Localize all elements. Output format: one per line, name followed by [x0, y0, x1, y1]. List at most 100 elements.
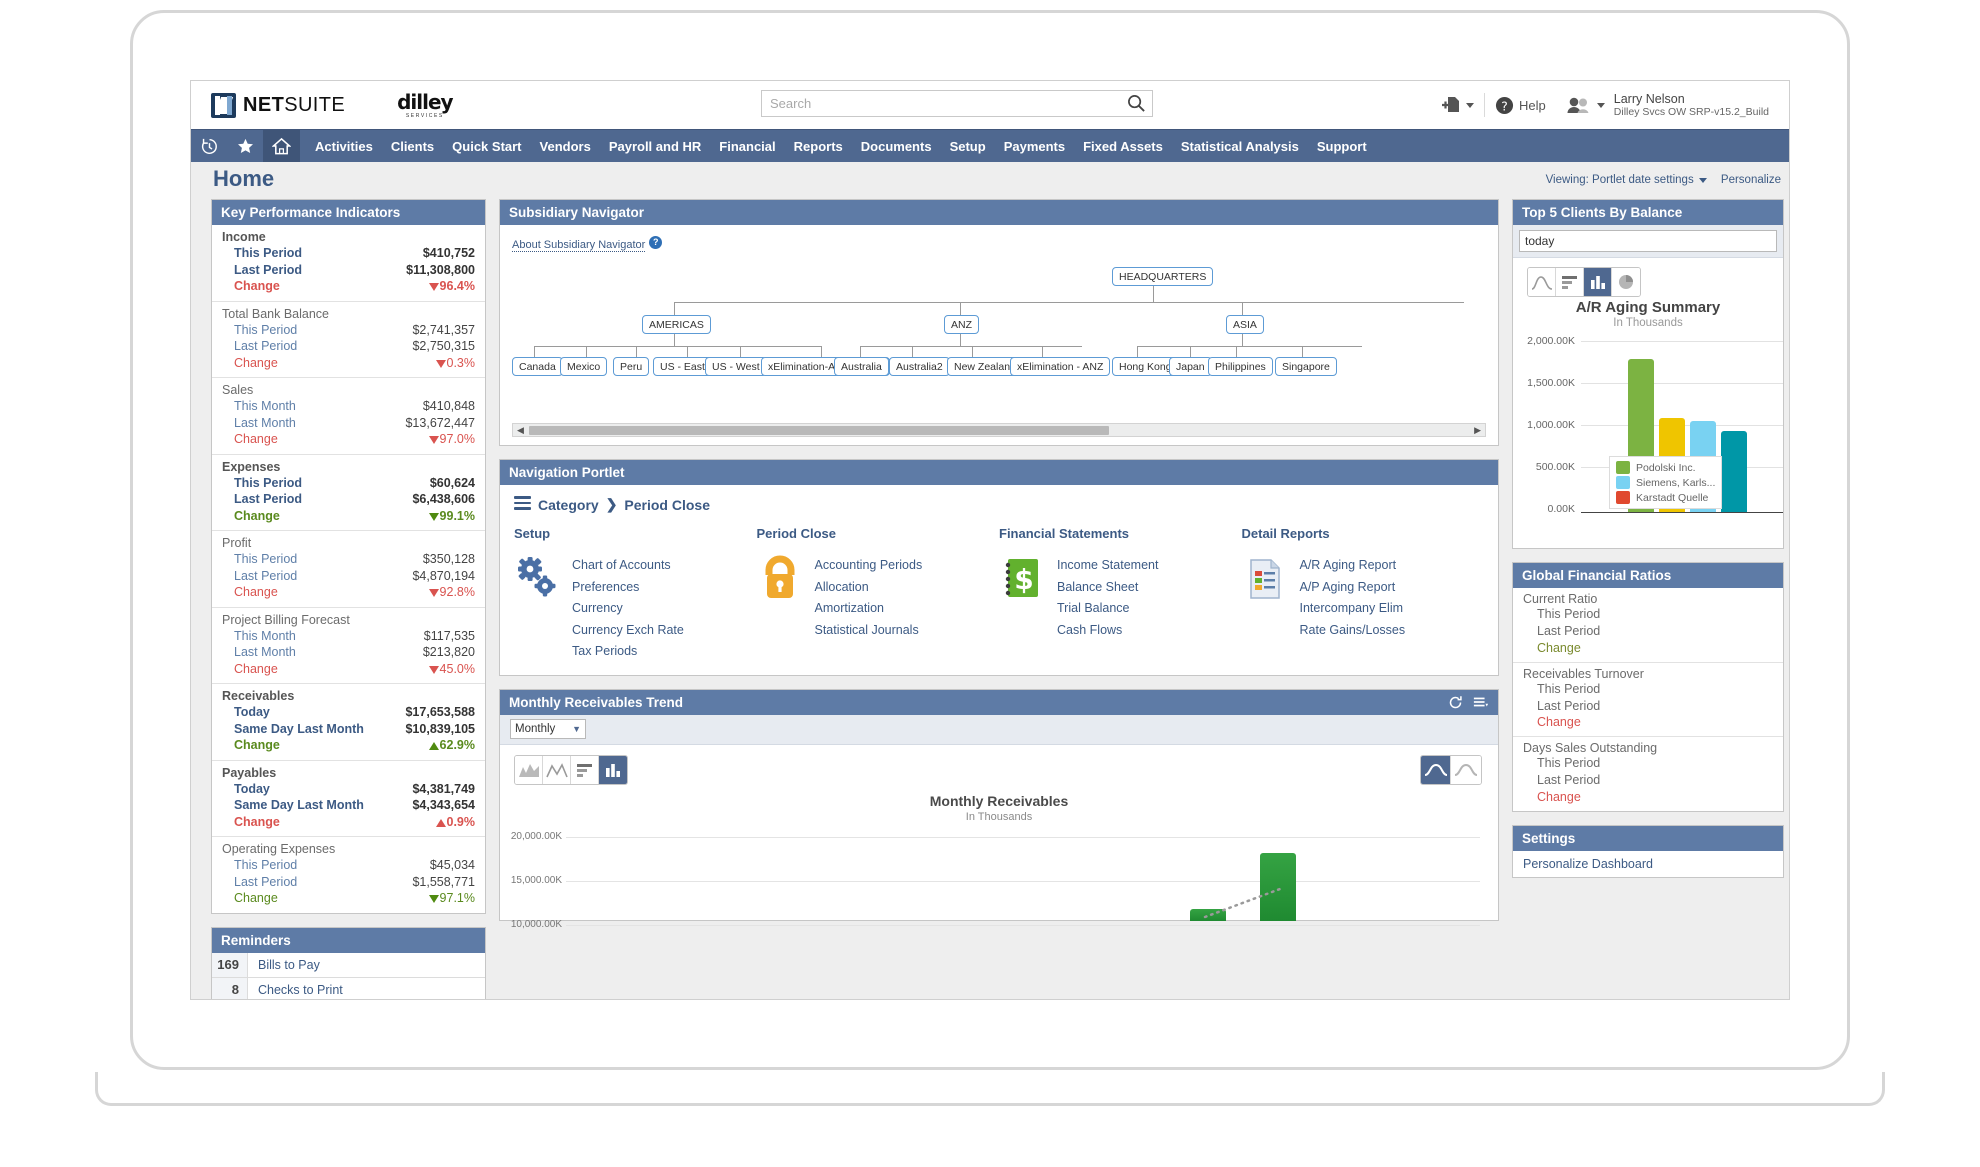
chart-type-vbar-button[interactable] [599, 756, 627, 784]
nav-item-reports[interactable]: Reports [785, 139, 852, 154]
help-icon[interactable]: ? [649, 236, 662, 249]
kpi-change-value: 92.8% [440, 585, 475, 599]
subsidiary-horizontal-scrollbar[interactable]: ◀ ▶ [512, 423, 1486, 437]
tree-node-us-west[interactable]: US - West [705, 357, 767, 376]
bar-client-4[interactable] [1721, 431, 1747, 512]
kpi-value: $45,034 [430, 857, 475, 874]
tree-connector [1137, 346, 1138, 357]
chart-type-line-button[interactable] [1528, 268, 1556, 296]
dashboard-column-right: Top 5 Clients By Balance [1512, 199, 1784, 971]
period-select[interactable]: Monthly ▼ [510, 719, 586, 739]
nav-item-setup[interactable]: Setup [941, 139, 995, 154]
date-filter-input[interactable] [1519, 230, 1777, 252]
svg-text:$: $ [1014, 563, 1033, 596]
nav-item-financial[interactable]: Financial [710, 139, 784, 154]
link-tax-periods[interactable]: Tax Periods [572, 641, 684, 663]
personalize-link[interactable]: Personalize [1721, 174, 1781, 186]
tree-node-australia2[interactable]: Australia2 [889, 357, 950, 376]
link-ar-aging-report[interactable]: A/R Aging Report [1300, 555, 1406, 577]
home-button[interactable] [263, 130, 300, 162]
reminder-label[interactable]: Bills to Pay [248, 958, 320, 972]
chart-type-line-button[interactable] [543, 756, 571, 784]
tree-node-mexico[interactable]: Mexico [560, 357, 607, 376]
chart-type-area-button[interactable] [515, 756, 543, 784]
tree-node-americas[interactable]: AMERICAS [642, 315, 711, 334]
hamburger-menu-icon[interactable] [514, 496, 531, 513]
link-income-statement[interactable]: Income Statement [1057, 555, 1158, 577]
tree-node-canada[interactable]: Canada [512, 357, 563, 376]
link-chart-of-accounts[interactable]: Chart of Accounts [572, 555, 684, 577]
link-trial-balance[interactable]: Trial Balance [1057, 598, 1158, 620]
tree-connector [972, 346, 973, 357]
viewing-portlet-date-settings[interactable]: Viewing: Portlet date settings [1546, 174, 1707, 186]
link-preferences[interactable]: Preferences [572, 577, 684, 599]
recent-records-button[interactable] [191, 130, 227, 162]
kpi-label: Change [234, 661, 278, 678]
about-subsidiary-navigator-link[interactable]: About Subsidiary Navigator [512, 239, 645, 252]
link-allocation[interactable]: Allocation [815, 577, 923, 599]
chart-type-hbar-button[interactable] [1556, 268, 1584, 296]
link-accounting-periods[interactable]: Accounting Periods [815, 555, 923, 577]
nav-item-vendors[interactable]: Vendors [531, 139, 600, 154]
list-item[interactable]: 169 Bills to Pay [212, 953, 485, 978]
nav-item-documents[interactable]: Documents [852, 139, 941, 154]
link-amortization[interactable]: Amortization [815, 598, 923, 620]
link-rate-gains-losses[interactable]: Rate Gains/Losses [1300, 620, 1406, 642]
tree-node-philippines[interactable]: Philippines [1208, 357, 1273, 376]
nav-item-support[interactable]: Support [1308, 139, 1376, 154]
personalize-dashboard-link[interactable]: Personalize Dashboard [1513, 851, 1783, 877]
list-item[interactable]: 8 Checks to Print [212, 978, 485, 1001]
link-currency-exch-rate[interactable]: Currency Exch Rate [572, 620, 684, 642]
kpi-row-change: Change96.4% [222, 278, 475, 295]
nav-item-clients[interactable]: Clients [382, 139, 443, 154]
tree-node-anz[interactable]: ANZ [944, 315, 979, 334]
search-icon[interactable] [1127, 94, 1146, 113]
tree-node-singapore[interactable]: Singapore [1275, 357, 1337, 376]
netsuite-logo[interactable]: NETSUITE [211, 93, 345, 118]
refresh-icon[interactable] [1448, 695, 1463, 710]
portlet-menu-icon[interactable] [1473, 695, 1489, 709]
theme-dark-button[interactable] [1421, 756, 1451, 784]
search-input[interactable] [761, 90, 1153, 117]
chart-type-hbar-button[interactable] [571, 756, 599, 784]
quick-add-menu[interactable] [1431, 96, 1484, 114]
link-statistical-journals[interactable]: Statistical Journals [815, 620, 923, 642]
kpi-group-title: Expenses [222, 460, 475, 474]
chart-type-vbar-button[interactable] [1584, 268, 1612, 296]
kpi-group-receivables: Receivables Today$17,653,588 Same Day La… [212, 684, 485, 761]
link-ap-aging-report[interactable]: A/P Aging Report [1300, 577, 1406, 599]
link-cash-flows[interactable]: Cash Flows [1057, 620, 1158, 642]
nav-item-statistical-analysis[interactable]: Statistical Analysis [1172, 139, 1308, 154]
user-menu[interactable]: Larry Nelson Dilley Svcs OW SRP-v15.2_Bu… [1556, 92, 1779, 118]
tree-node-peru[interactable]: Peru [613, 357, 649, 376]
scroll-left-arrow-icon[interactable]: ◀ [513, 425, 528, 436]
kpi-label: Last Month [234, 415, 296, 432]
tree-node-asia[interactable]: ASIA [1226, 315, 1264, 334]
tree-node-headquarters[interactable]: HEADQUARTERS [1112, 267, 1213, 286]
nav-item-payroll-hr[interactable]: Payroll and HR [600, 139, 710, 154]
tree-connector [1137, 346, 1362, 347]
help-button[interactable]: ? Help [1485, 96, 1556, 115]
nav-item-quick-start[interactable]: Quick Start [443, 139, 530, 154]
link-currency[interactable]: Currency [572, 598, 684, 620]
tree-node-japan[interactable]: Japan [1169, 357, 1212, 376]
scrollbar-thumb[interactable] [529, 426, 1109, 435]
reminder-label[interactable]: Checks to Print [248, 983, 343, 997]
chart-type-pie-button[interactable] [1612, 268, 1640, 296]
link-intercompany-elim[interactable]: Intercompany Elim [1300, 598, 1406, 620]
shortcuts-button[interactable] [227, 130, 263, 162]
nav-item-activities[interactable]: Activities [306, 139, 382, 154]
tree-node-xelimination-anz[interactable]: xElimination - ANZ [1010, 357, 1110, 376]
gridline [566, 837, 1480, 838]
legend-swatch [1616, 476, 1630, 489]
app-header: NETSUITE dilley SERVICES [191, 81, 1789, 129]
nav-item-fixed-assets[interactable]: Fixed Assets [1074, 139, 1172, 154]
breadcrumb-category[interactable]: Category [538, 497, 599, 513]
scroll-right-arrow-icon[interactable]: ▶ [1470, 425, 1485, 436]
theme-light-button[interactable] [1451, 756, 1481, 784]
link-balance-sheet[interactable]: Balance Sheet [1057, 577, 1158, 599]
tree-node-australia[interactable]: Australia [834, 357, 889, 376]
kpi-portlet-title: Key Performance Indicators [221, 205, 400, 220]
nav-item-payments[interactable]: Payments [995, 139, 1074, 154]
tree-node-us-east[interactable]: US - East [653, 357, 712, 376]
